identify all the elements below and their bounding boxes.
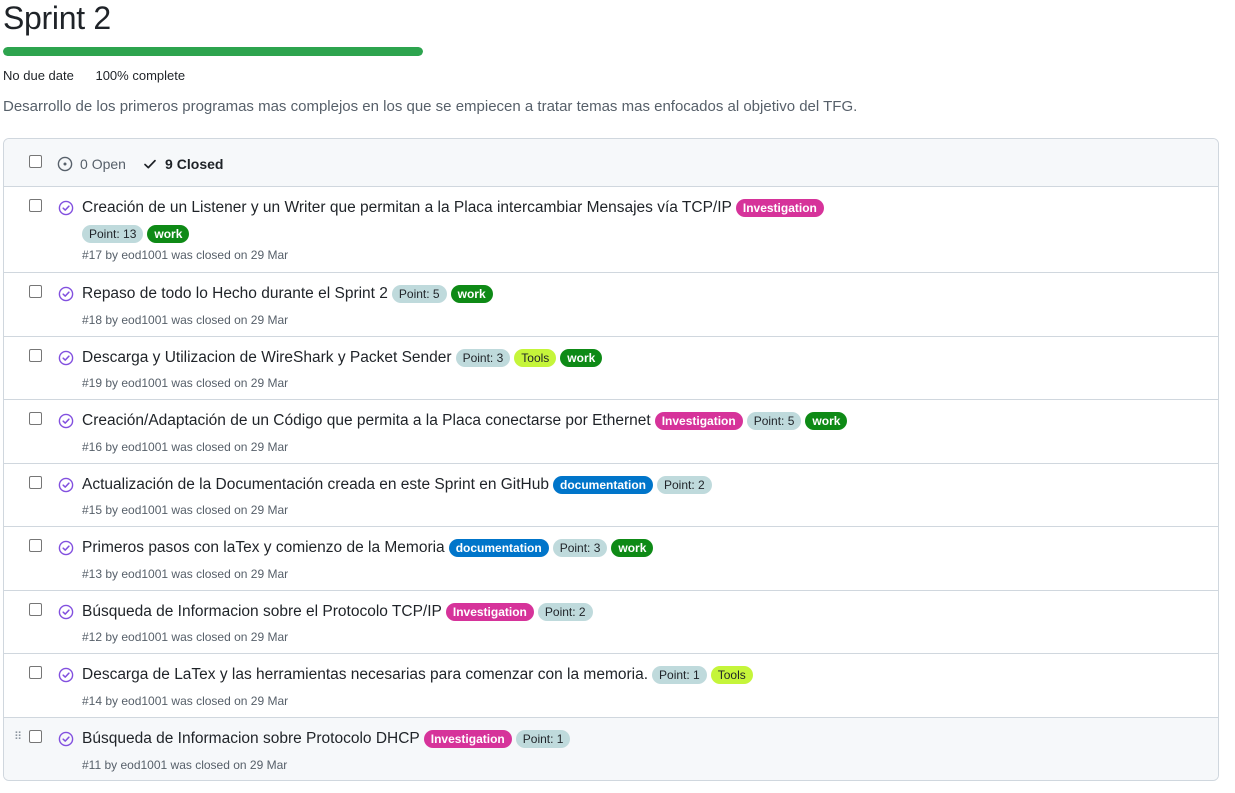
issue-meta: #17 by eod1001 was closed on 29 Mar [82, 248, 289, 262]
issue-title-link[interactable]: Primeros pasos con laTex y comienzo de l… [82, 537, 445, 559]
check-icon [144, 159, 156, 169]
issue-label[interactable]: work [611, 539, 654, 557]
issue-open-icon [57, 156, 73, 172]
issue-row[interactable]: Primeros pasos con laTex y comienzo de l… [4, 527, 1218, 591]
issue-list: Creación de un Listener y un Writer que … [4, 187, 1218, 780]
issue-label[interactable]: documentation [448, 539, 549, 557]
issue-title-link[interactable]: Búsqueda de Informacion sobre Protocolo … [82, 728, 420, 750]
issue-label[interactable]: Point: 2 [657, 475, 712, 494]
open-filter[interactable]: 0 Open [57, 155, 126, 173]
issue-row[interactable]: Actualización de la Documentación creada… [4, 464, 1218, 527]
issue-label[interactable]: Investigation [423, 729, 512, 748]
issue-label[interactable]: Point: 3 [455, 348, 511, 367]
issue-closed-icon [58, 286, 74, 307]
closed-label: Closed [176, 156, 224, 172]
milestone-description: Desarrollo de los primeros programas mas… [3, 98, 858, 115]
issue-label[interactable]: documentation [553, 475, 653, 494]
issue-row[interactable]: Creación de un Listener y un Writer que … [4, 187, 1218, 273]
open-label: Open [91, 156, 126, 172]
issue-closed-icon [58, 477, 74, 498]
issue-title-link[interactable]: Descarga de LaTex y las herramientas nec… [82, 664, 648, 686]
closed-count: 9 [165, 156, 173, 172]
issue-meta: #14 by eod1001 was closed on 29 Mar [82, 693, 289, 708]
issue-checkbox[interactable] [29, 666, 42, 679]
issue-row[interactable]: Búsqueda de Informacion sobre el Protoco… [4, 591, 1218, 654]
issue-title-link[interactable]: Creación de un Listener y un Writer que … [82, 197, 732, 219]
issue-closed-icon [58, 350, 74, 371]
issue-row[interactable]: Descarga y Utilizacion de WireShark y Pa… [4, 337, 1218, 400]
issue-closed-icon [58, 540, 74, 561]
issue-row[interactable]: Repaso de todo lo Hecho durante el Sprin… [4, 273, 1218, 337]
issue-meta: #11 by eod1001 was closed on 29 Mar [82, 758, 288, 772]
issue-label[interactable]: Point: 1 [515, 729, 571, 748]
issue-title-link[interactable]: Creación/Adaptación de un Código que per… [82, 410, 651, 432]
issue-title-link[interactable]: Actualización de la Documentación creada… [82, 474, 549, 496]
issue-meta: #12 by eod1001 was closed on 29 Mar [82, 630, 289, 644]
issue-label[interactable]: Point: 5 [391, 285, 447, 303]
issue-label[interactable]: Investigation [735, 199, 824, 217]
issue-label[interactable]: Point: 2 [537, 602, 593, 621]
issue-closed-icon [58, 604, 74, 625]
issue-label[interactable]: work [450, 285, 493, 303]
progress-bar [3, 47, 423, 56]
issue-label[interactable]: Point: 13 [82, 225, 144, 243]
issue-closed-icon [58, 200, 74, 221]
issue-row[interactable]: ⠿ Búsqueda de Informacion sobre Protocolo… [4, 717, 1218, 780]
issue-checkbox[interactable] [29, 348, 42, 362]
issue-meta: #19 by eod1001 was closed on 29 Mar [82, 376, 289, 390]
issue-row[interactable]: Creación/Adaptación de un Código que per… [4, 400, 1218, 464]
select-all-checkbox[interactable] [29, 155, 42, 168]
issue-title-link[interactable]: Repaso de todo lo Hecho durante el Sprin… [82, 283, 388, 305]
milestone-title: Sprint 2 [3, 0, 111, 36]
progress-fill [3, 47, 423, 56]
issue-closed-icon [58, 413, 74, 434]
issue-label[interactable]: Investigation [445, 602, 534, 621]
issue-checkbox[interactable] [29, 412, 42, 425]
issue-label[interactable]: Point: 5 [746, 412, 802, 430]
issues-header: 0 Open 9 Closed [4, 139, 1218, 187]
milestone-meta: No due date 100% complete [3, 68, 185, 84]
issue-checkbox[interactable] [29, 729, 42, 743]
issue-closed-icon [58, 667, 74, 688]
issue-title-link[interactable]: Búsqueda de Informacion sobre el Protoco… [82, 601, 442, 623]
issue-title-link[interactable]: Descarga y Utilizacion de WireShark y Pa… [82, 347, 452, 369]
issue-label[interactable]: Tools [514, 348, 557, 367]
issue-checkbox[interactable] [29, 199, 42, 212]
issue-checkbox[interactable] [29, 475, 42, 489]
drag-handle-icon[interactable]: ⠿ [14, 731, 22, 743]
open-count: 0 [80, 156, 88, 172]
issue-label[interactable]: work [805, 412, 848, 430]
issue-meta: #13 by eod1001 was closed on 29 Mar [82, 566, 289, 581]
issue-label[interactable]: Point: 3 [552, 539, 608, 557]
issue-meta: #15 by eod1001 was closed on 29 Mar [82, 503, 289, 517]
issue-label[interactable]: work [560, 348, 603, 367]
issue-meta: #16 by eod1001 was closed on 29 Mar [82, 439, 289, 454]
percent-complete: 100% complete [95, 68, 186, 83]
issue-label[interactable]: Tools [710, 666, 753, 684]
issue-checkbox[interactable] [29, 602, 42, 616]
issue-row[interactable]: Descarga de LaTex y las herramientas nec… [4, 654, 1218, 718]
issue-label[interactable]: Investigation [654, 412, 743, 430]
issue-meta: #18 by eod1001 was closed on 29 Mar [82, 312, 289, 327]
issue-label[interactable]: Point: 1 [652, 666, 707, 684]
issue-closed-icon [58, 731, 74, 752]
closed-filter[interactable]: 9 Closed [142, 155, 223, 173]
issue-checkbox[interactable] [29, 539, 42, 552]
due-date: No due date [3, 68, 74, 83]
issues-box: 0 Open 9 Closed Creación de un Listener y… [3, 138, 1219, 781]
issue-label[interactable]: work [147, 225, 190, 243]
issue-checkbox[interactable] [29, 285, 42, 298]
